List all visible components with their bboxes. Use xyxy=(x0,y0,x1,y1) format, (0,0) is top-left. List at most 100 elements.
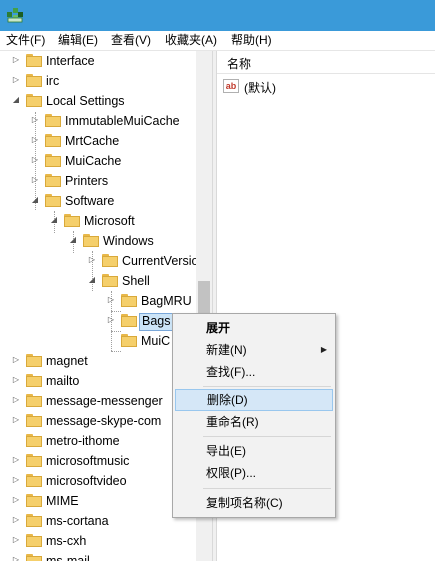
tree-item-label: Local Settings xyxy=(46,94,125,108)
expand-arrow-icon[interactable]: ▷ xyxy=(11,395,21,405)
expand-arrow-icon[interactable]: ▷ xyxy=(87,255,97,265)
expand-arrow-icon[interactable]: ▷ xyxy=(11,495,21,505)
tree-item-label: metro-ithome xyxy=(46,434,120,448)
collapse-arrow-icon[interactable]: ◢ xyxy=(68,235,78,245)
tree-item[interactable]: ▷ magnet xyxy=(0,351,196,371)
title-bar xyxy=(0,0,435,31)
tree-item[interactable]: ▷ Interface xyxy=(0,51,196,71)
folder-icon xyxy=(45,134,61,147)
collapse-arrow-icon[interactable]: ◢ xyxy=(87,275,97,285)
tree-item[interactable]: metro-ithome xyxy=(0,431,196,451)
menu-item-copy-key-name[interactable]: 复制项名称(C) xyxy=(175,492,333,514)
menu-item-permissions[interactable]: 权限(P)... xyxy=(175,462,333,484)
column-header-name[interactable]: 名称 xyxy=(227,55,251,72)
tree-item-label: Microsoft xyxy=(84,214,135,228)
tree-item[interactable]: ▷ ms-cxh xyxy=(0,531,196,551)
folder-icon xyxy=(121,334,137,347)
menu-item-label: 复制项名称(C) xyxy=(206,496,283,510)
tree-item[interactable]: ◢ Software xyxy=(0,191,196,211)
menu-item-rename[interactable]: 重命名(R) xyxy=(175,411,333,433)
expand-arrow-icon[interactable]: ▷ xyxy=(11,355,21,365)
expand-arrow-icon[interactable]: ▷ xyxy=(11,515,21,525)
folder-icon xyxy=(26,554,42,561)
menu-edit[interactable]: 编辑(E) xyxy=(58,32,98,49)
tree-item[interactable]: ▷ message-skype-com xyxy=(0,411,196,431)
menu-separator xyxy=(203,386,331,387)
menu-file[interactable]: 文件(F) xyxy=(6,32,45,49)
folder-icon xyxy=(26,534,42,547)
folder-icon xyxy=(26,354,42,367)
folder-icon xyxy=(26,394,42,407)
column-header[interactable]: 名称 xyxy=(217,51,435,74)
tree-item[interactable]: ▷ BagMRU xyxy=(0,291,196,311)
tree-item[interactable]: ▷ message-messenger xyxy=(0,391,196,411)
expand-arrow-icon[interactable]: ▷ xyxy=(11,455,21,465)
tree-item-label: Windows xyxy=(103,234,154,248)
expand-arrow-icon[interactable]: ▷ xyxy=(11,415,21,425)
tree-item[interactable]: ◢ Local Settings xyxy=(0,91,196,111)
tree-item[interactable]: ▷ ImmutableMuiCache xyxy=(0,111,196,131)
tree-item-label: Bags xyxy=(139,313,174,331)
menu-item-expand[interactable]: 展开 xyxy=(175,317,333,339)
tree-item[interactable]: ▷ ms-mail xyxy=(0,551,196,561)
context-menu: 展开 新建(N) ▶ 查找(F)... 删除(D) 重命名(R) 导出(E) 权… xyxy=(172,313,336,518)
folder-icon xyxy=(102,254,118,267)
tree-item[interactable]: ▷ ms-cortana xyxy=(0,511,196,531)
expand-arrow-icon[interactable]: ▷ xyxy=(30,115,40,125)
menu-item-label: 展开 xyxy=(206,321,231,335)
expand-arrow-icon[interactable]: ▷ xyxy=(30,155,40,165)
folder-open-icon xyxy=(26,94,42,107)
tree-item[interactable]: ◢ Shell xyxy=(0,271,196,291)
expand-arrow-icon[interactable]: ▷ xyxy=(106,315,116,325)
value-row[interactable]: ab (默认) xyxy=(223,78,423,96)
expand-arrow-icon[interactable]: ▷ xyxy=(11,375,21,385)
expand-arrow-icon[interactable]: ▷ xyxy=(30,135,40,145)
tree-item-label: ms-mail xyxy=(46,554,90,561)
tree-item[interactable]: ▷ mailto xyxy=(0,371,196,391)
expand-arrow-icon[interactable]: ▷ xyxy=(30,175,40,185)
folder-icon xyxy=(121,314,137,327)
expand-arrow-icon[interactable]: ▷ xyxy=(11,55,21,65)
expand-arrow-icon[interactable]: ▷ xyxy=(11,475,21,485)
folder-icon xyxy=(45,174,61,187)
tree-item[interactable]: ▷ MrtCache xyxy=(0,131,196,151)
tree-item-label: mailto xyxy=(46,374,80,388)
menu-item-find[interactable]: 查找(F)... xyxy=(175,361,333,383)
tree-item-label: Software xyxy=(65,194,115,208)
collapse-arrow-icon[interactable]: ◢ xyxy=(49,215,59,225)
menu-help[interactable]: 帮助(H) xyxy=(231,32,272,49)
tree-item-label: ImmutableMuiCache xyxy=(65,114,180,128)
menu-item-export[interactable]: 导出(E) xyxy=(175,440,333,462)
tree-item[interactable]: ▷ CurrentVersio xyxy=(0,251,198,271)
folder-icon xyxy=(26,434,42,447)
menu-item-label: 查找(F)... xyxy=(206,365,256,379)
tree-item[interactable]: ◢ Microsoft xyxy=(0,211,196,231)
menu-item-new[interactable]: 新建(N) ▶ xyxy=(175,339,333,361)
tree-item-selected[interactable]: ▷ Bags xyxy=(0,311,196,331)
expand-arrow-icon[interactable]: ▷ xyxy=(11,555,21,561)
tree-item[interactable]: ▷ irc xyxy=(0,71,196,91)
tree-item[interactable]: ◢ Windows xyxy=(0,231,196,251)
submenu-arrow-icon: ▶ xyxy=(320,345,327,354)
expand-arrow-icon[interactable]: ▷ xyxy=(11,535,21,545)
tree-item[interactable]: ▷ microsoftvideo xyxy=(0,471,196,491)
menu-favorites[interactable]: 收藏夹(A) xyxy=(165,32,217,49)
tree-item[interactable]: ▷ MuiCache xyxy=(0,151,196,171)
collapse-arrow-icon[interactable]: ◢ xyxy=(30,195,40,205)
tree-item[interactable]: ▷ MIME xyxy=(0,491,196,511)
tree-item[interactable]: ▷ Printers xyxy=(0,171,196,191)
expand-arrow-icon[interactable]: ▷ xyxy=(106,295,116,305)
tree-item-label: ms-cortana xyxy=(46,514,109,528)
menu-item-label: 权限(P)... xyxy=(206,466,256,480)
tree-item-label: magnet xyxy=(46,354,88,368)
tree-item-label: microsoftvideo xyxy=(46,474,127,488)
collapse-arrow-icon[interactable]: ◢ xyxy=(11,95,21,105)
menu-item-delete[interactable]: 删除(D) xyxy=(175,389,333,411)
menu-view[interactable]: 查看(V) xyxy=(111,32,151,49)
expand-arrow-icon[interactable]: ▷ xyxy=(11,75,21,85)
tree-item[interactable]: ▷ microsoftmusic xyxy=(0,451,196,471)
regedit-app-icon[interactable] xyxy=(6,6,24,24)
menu-separator xyxy=(203,436,331,437)
tree-item[interactable]: MuiC xyxy=(0,331,196,351)
menu-item-label: 新建(N) xyxy=(206,343,247,357)
